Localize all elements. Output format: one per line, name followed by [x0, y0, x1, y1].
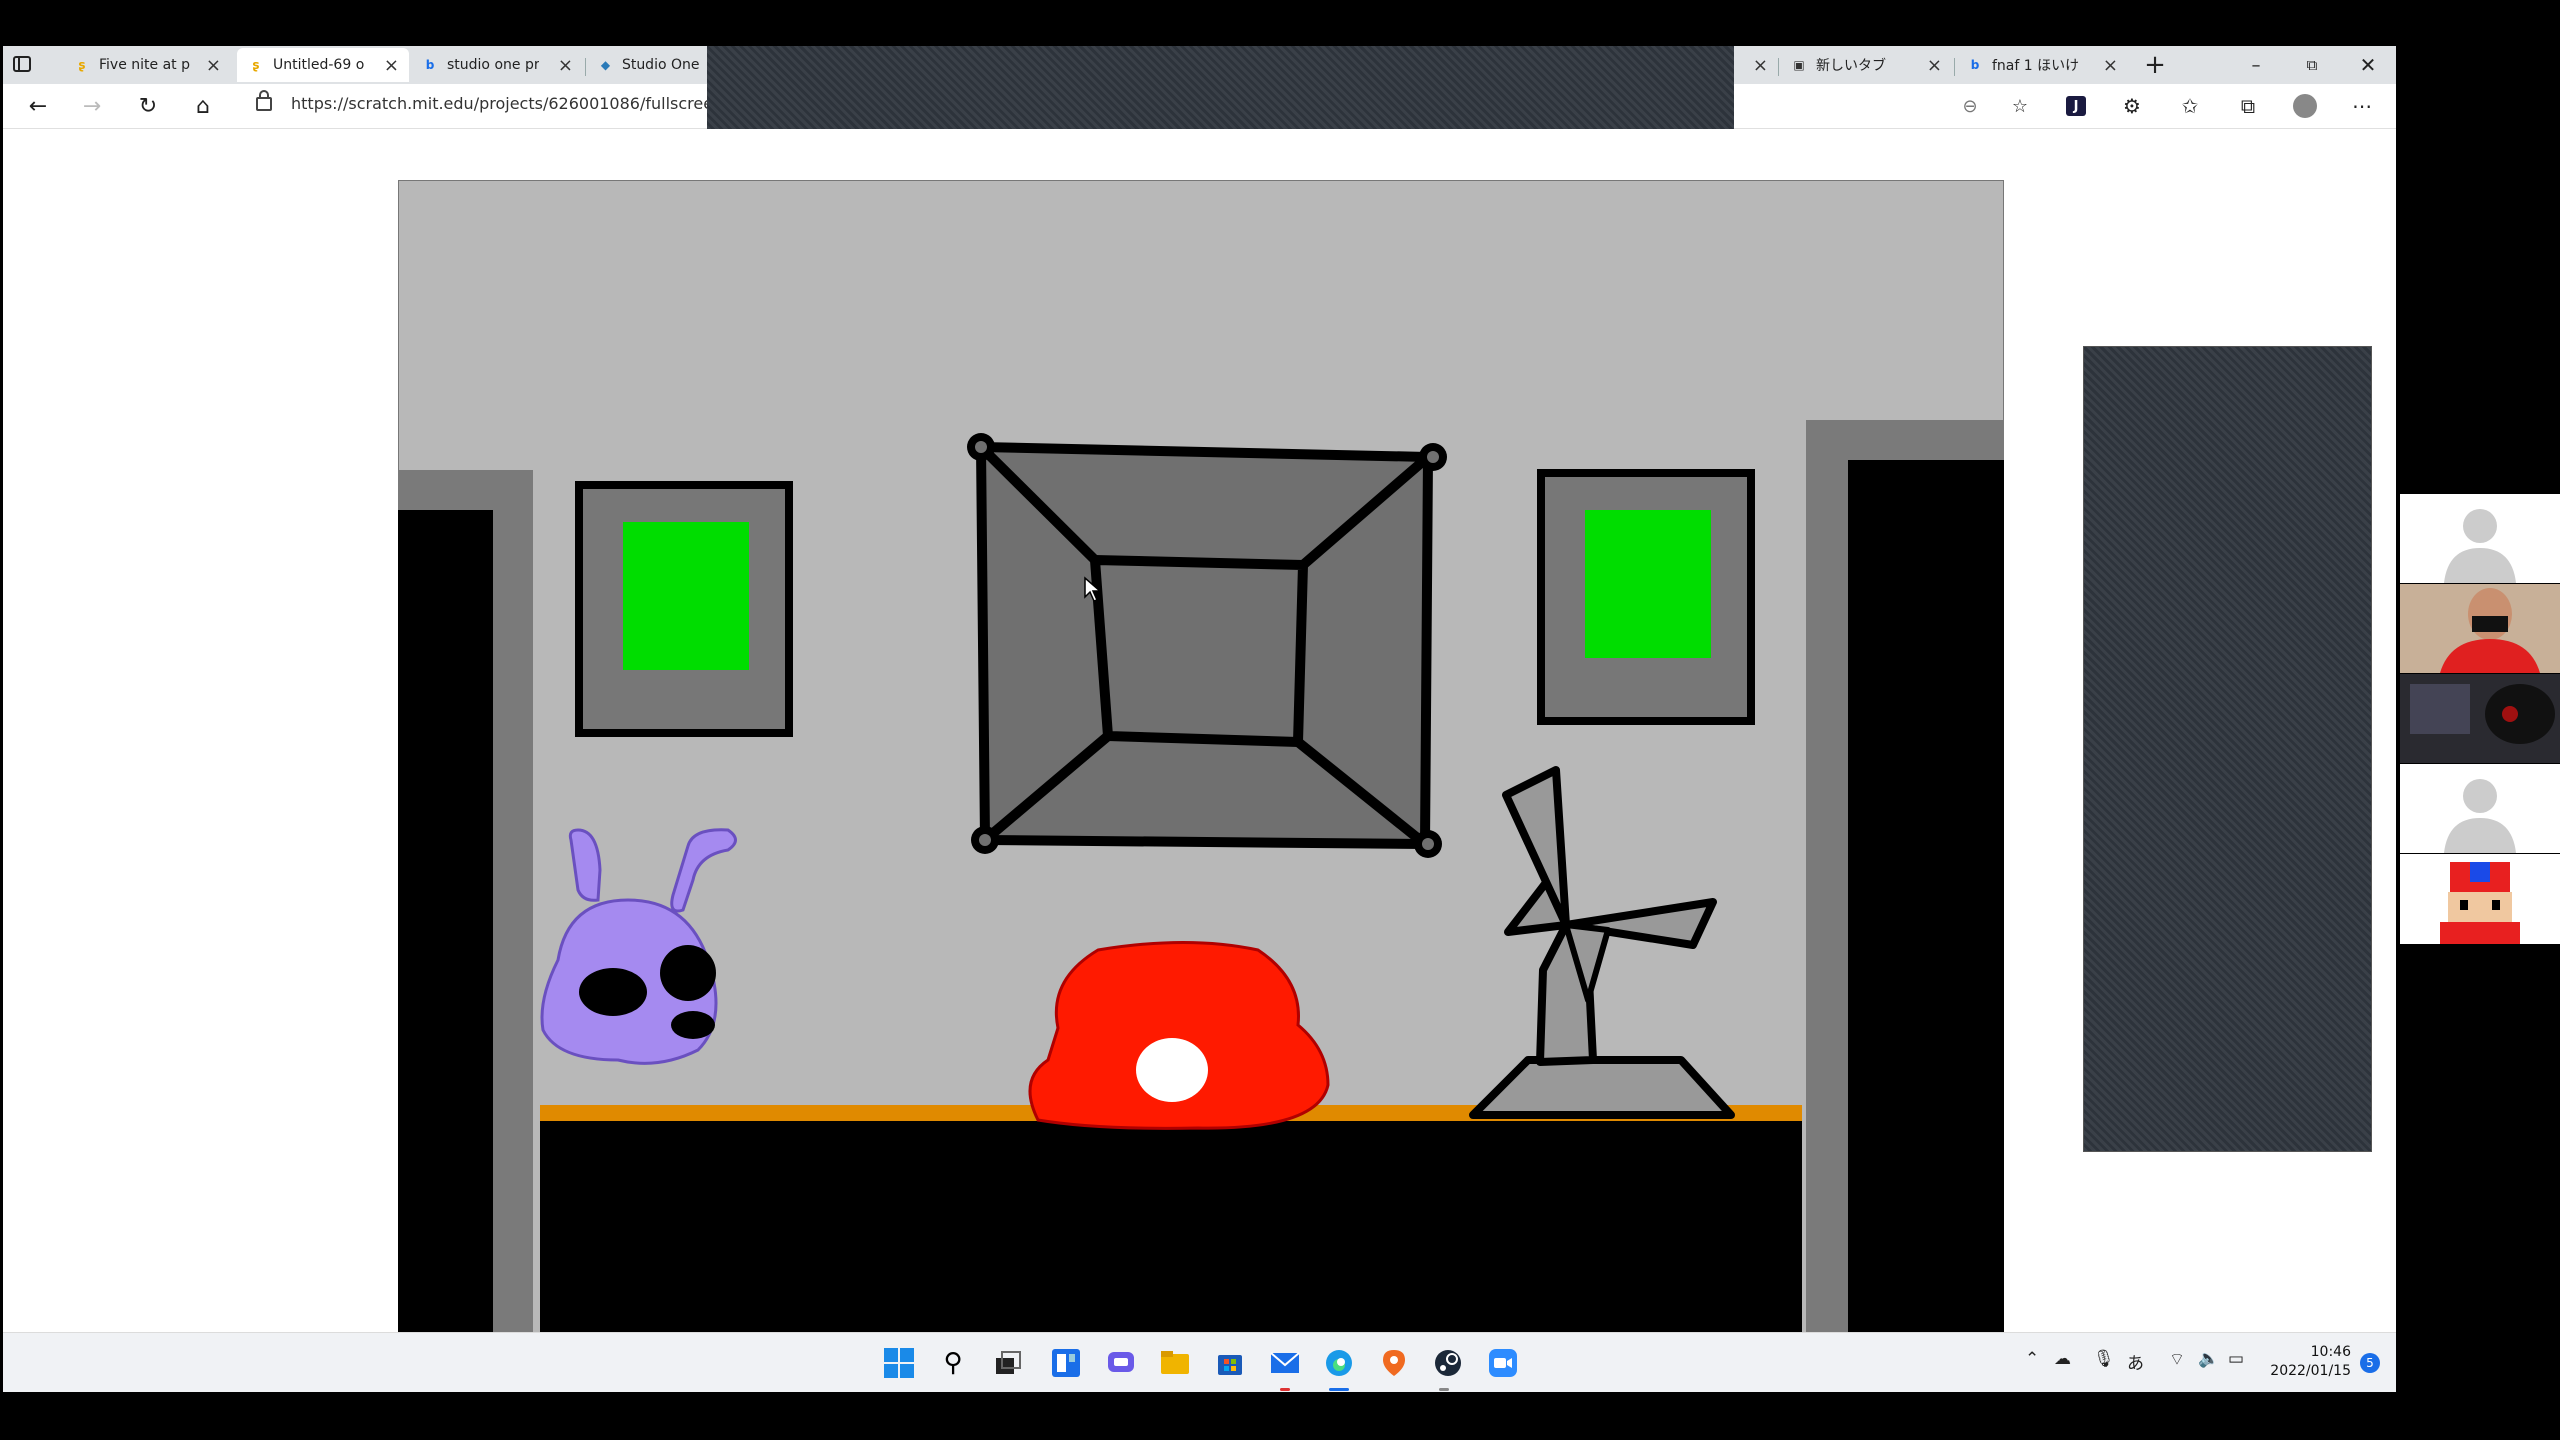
red-mask-figure: [1028, 941, 1330, 1130]
address-bar-url[interactable]: https://scratch.mit.edu/projects/6260010…: [291, 94, 723, 113]
tab-studio-one[interactable]: ◆ Studio One: [587, 48, 707, 82]
collections-icon[interactable]: ⧉: [2231, 90, 2265, 122]
close-tab-icon[interactable]: ×: [384, 55, 399, 76]
left-poster-green: [623, 522, 749, 670]
clock-date: 2022/01/15: [2270, 1363, 2351, 1379]
steam-icon[interactable]: [1428, 1343, 1468, 1383]
participant-tile-screen[interactable]: [2400, 674, 2560, 763]
scratch-stage[interactable]: [398, 180, 2004, 1336]
minimize-button[interactable]: –: [2228, 46, 2284, 84]
tab-divider: [1954, 58, 1955, 76]
forward-arrow-icon[interactable]: →: [75, 90, 109, 122]
app-active-indicator: [1329, 1388, 1349, 1391]
tab-divider: [585, 58, 586, 76]
lock-icon: [256, 90, 272, 111]
new-tab-icon: ▣: [1793, 58, 1805, 72]
mail-icon[interactable]: [1265, 1343, 1305, 1383]
center-vent: [967, 433, 1447, 858]
notification-badge[interactable]: 5: [2360, 1353, 2380, 1373]
clock-time: 10:46: [2310, 1344, 2351, 1360]
more-menu-icon[interactable]: ⋯: [2345, 90, 2379, 122]
participant-tile-pixel-avatar[interactable]: [2400, 854, 2560, 944]
bing-icon: b: [425, 58, 435, 72]
redacted-side-panel: [2083, 346, 2372, 1152]
desk: [540, 1105, 1802, 1336]
volume-icon[interactable]: 🔈: [2198, 1349, 2219, 1369]
close-window-button[interactable]: ✕: [2340, 46, 2396, 84]
store-icon[interactable]: [1210, 1343, 1250, 1383]
right-doorway: [1848, 460, 2004, 1336]
tab-hidden-partial[interactable]: ×: [1734, 48, 1774, 82]
home-icon[interactable]: ⌂: [186, 90, 220, 122]
extension-j-icon[interactable]: J: [2059, 90, 2093, 122]
favorites-icon[interactable]: ✩: [2173, 90, 2207, 122]
scratch-stage-area: [3, 176, 2396, 1377]
studio-one-icon: ◆: [600, 58, 611, 72]
onedrive-icon[interactable]: ☁: [2054, 1349, 2071, 1369]
close-tab-icon[interactable]: ×: [1927, 55, 1942, 76]
tab-title: Untitled-69 o: [273, 57, 365, 73]
system-clock[interactable]: 10:46 2022/01/15: [2270, 1343, 2351, 1381]
microphone-icon[interactable]: 🎙: [2093, 1349, 2115, 1369]
tab-title: 新しいタブ: [1816, 58, 1886, 74]
chat-icon[interactable]: [1101, 1343, 1141, 1383]
back-arrow-icon[interactable]: ←: [21, 90, 55, 122]
extensions-icon[interactable]: ⚙: [2115, 90, 2149, 122]
close-tab-icon[interactable]: ×: [206, 55, 221, 76]
tab-divider: [1778, 58, 1779, 76]
maps-pin-icon[interactable]: [1374, 1343, 1414, 1383]
tab-title: fnaf 1 ほいけ: [1992, 58, 2080, 74]
search-icon[interactable]: ⚲: [933, 1343, 973, 1383]
windows-taskbar: ⚲ ⌃ ☁ 🎙 あ ⌔ 🔈 ▭ 10:46 2022/01/15 5: [3, 1332, 2396, 1392]
show-hidden-icons-icon[interactable]: ⌃: [2025, 1349, 2039, 1369]
battery-icon[interactable]: ▭: [2228, 1349, 2244, 1369]
wifi-icon[interactable]: ⌔: [2169, 1349, 2185, 1370]
right-poster-green: [1585, 510, 1711, 658]
task-view-icon[interactable]: [988, 1343, 1028, 1383]
close-tab-icon[interactable]: ×: [2103, 55, 2118, 76]
app-running-indicator: [1439, 1388, 1449, 1391]
new-tab-button[interactable]: +: [2127, 46, 2183, 84]
bing-icon: b: [1970, 58, 1980, 72]
tab-fnaf-search[interactable]: b fnaf 1 ほいけ ×: [1956, 48, 2128, 82]
favorite-add-icon[interactable]: ☆: [2003, 90, 2037, 122]
participant-tile-video[interactable]: [2400, 584, 2560, 673]
zoom-icon[interactable]: ⊖: [1953, 90, 1987, 122]
desktop-screen: ʂ Five nite at pi × ʂ Untitled-69 o × b …: [3, 46, 2396, 1392]
left-doorway: [398, 510, 493, 1336]
refresh-icon[interactable]: ↻: [131, 90, 165, 122]
tab-studio-one-pr[interactable]: b studio one pr ×: [411, 48, 583, 82]
ime-mode[interactable]: あ: [2127, 1349, 2144, 1374]
profile-icon[interactable]: [2288, 90, 2322, 122]
edge-icon[interactable]: [1319, 1343, 1359, 1383]
participant-tile-avatar[interactable]: [2400, 764, 2560, 853]
tab-title: Studio One: [621, 57, 700, 73]
close-tab-icon[interactable]: ×: [558, 55, 573, 76]
participant-tile-avatar[interactable]: [2400, 494, 2560, 583]
tab-actions-icon[interactable]: [5, 48, 39, 80]
tab-new-tab[interactable]: ▣ 新しいタブ ×: [1780, 48, 1952, 82]
close-tab-icon[interactable]: ×: [1753, 55, 1768, 76]
app-running-indicator: [1280, 1388, 1290, 1391]
widgets-icon[interactable]: [1046, 1343, 1086, 1383]
tab-title: Five nite at pi: [99, 57, 191, 73]
restore-button[interactable]: ⧉: [2284, 46, 2340, 84]
zoom-app-icon[interactable]: [1483, 1343, 1523, 1383]
start-icon[interactable]: [879, 1343, 919, 1383]
scratch-cat-icon: ʂ: [252, 58, 260, 72]
scratch-cat-icon: ʂ: [78, 58, 86, 72]
tab-untitled[interactable]: ʂ Untitled-69 o ×: [237, 48, 409, 82]
tab-title: studio one pr: [447, 57, 539, 73]
tab-five-nite[interactable]: ʂ Five nite at pi ×: [63, 48, 231, 82]
file-explorer-icon[interactable]: [1155, 1343, 1195, 1383]
